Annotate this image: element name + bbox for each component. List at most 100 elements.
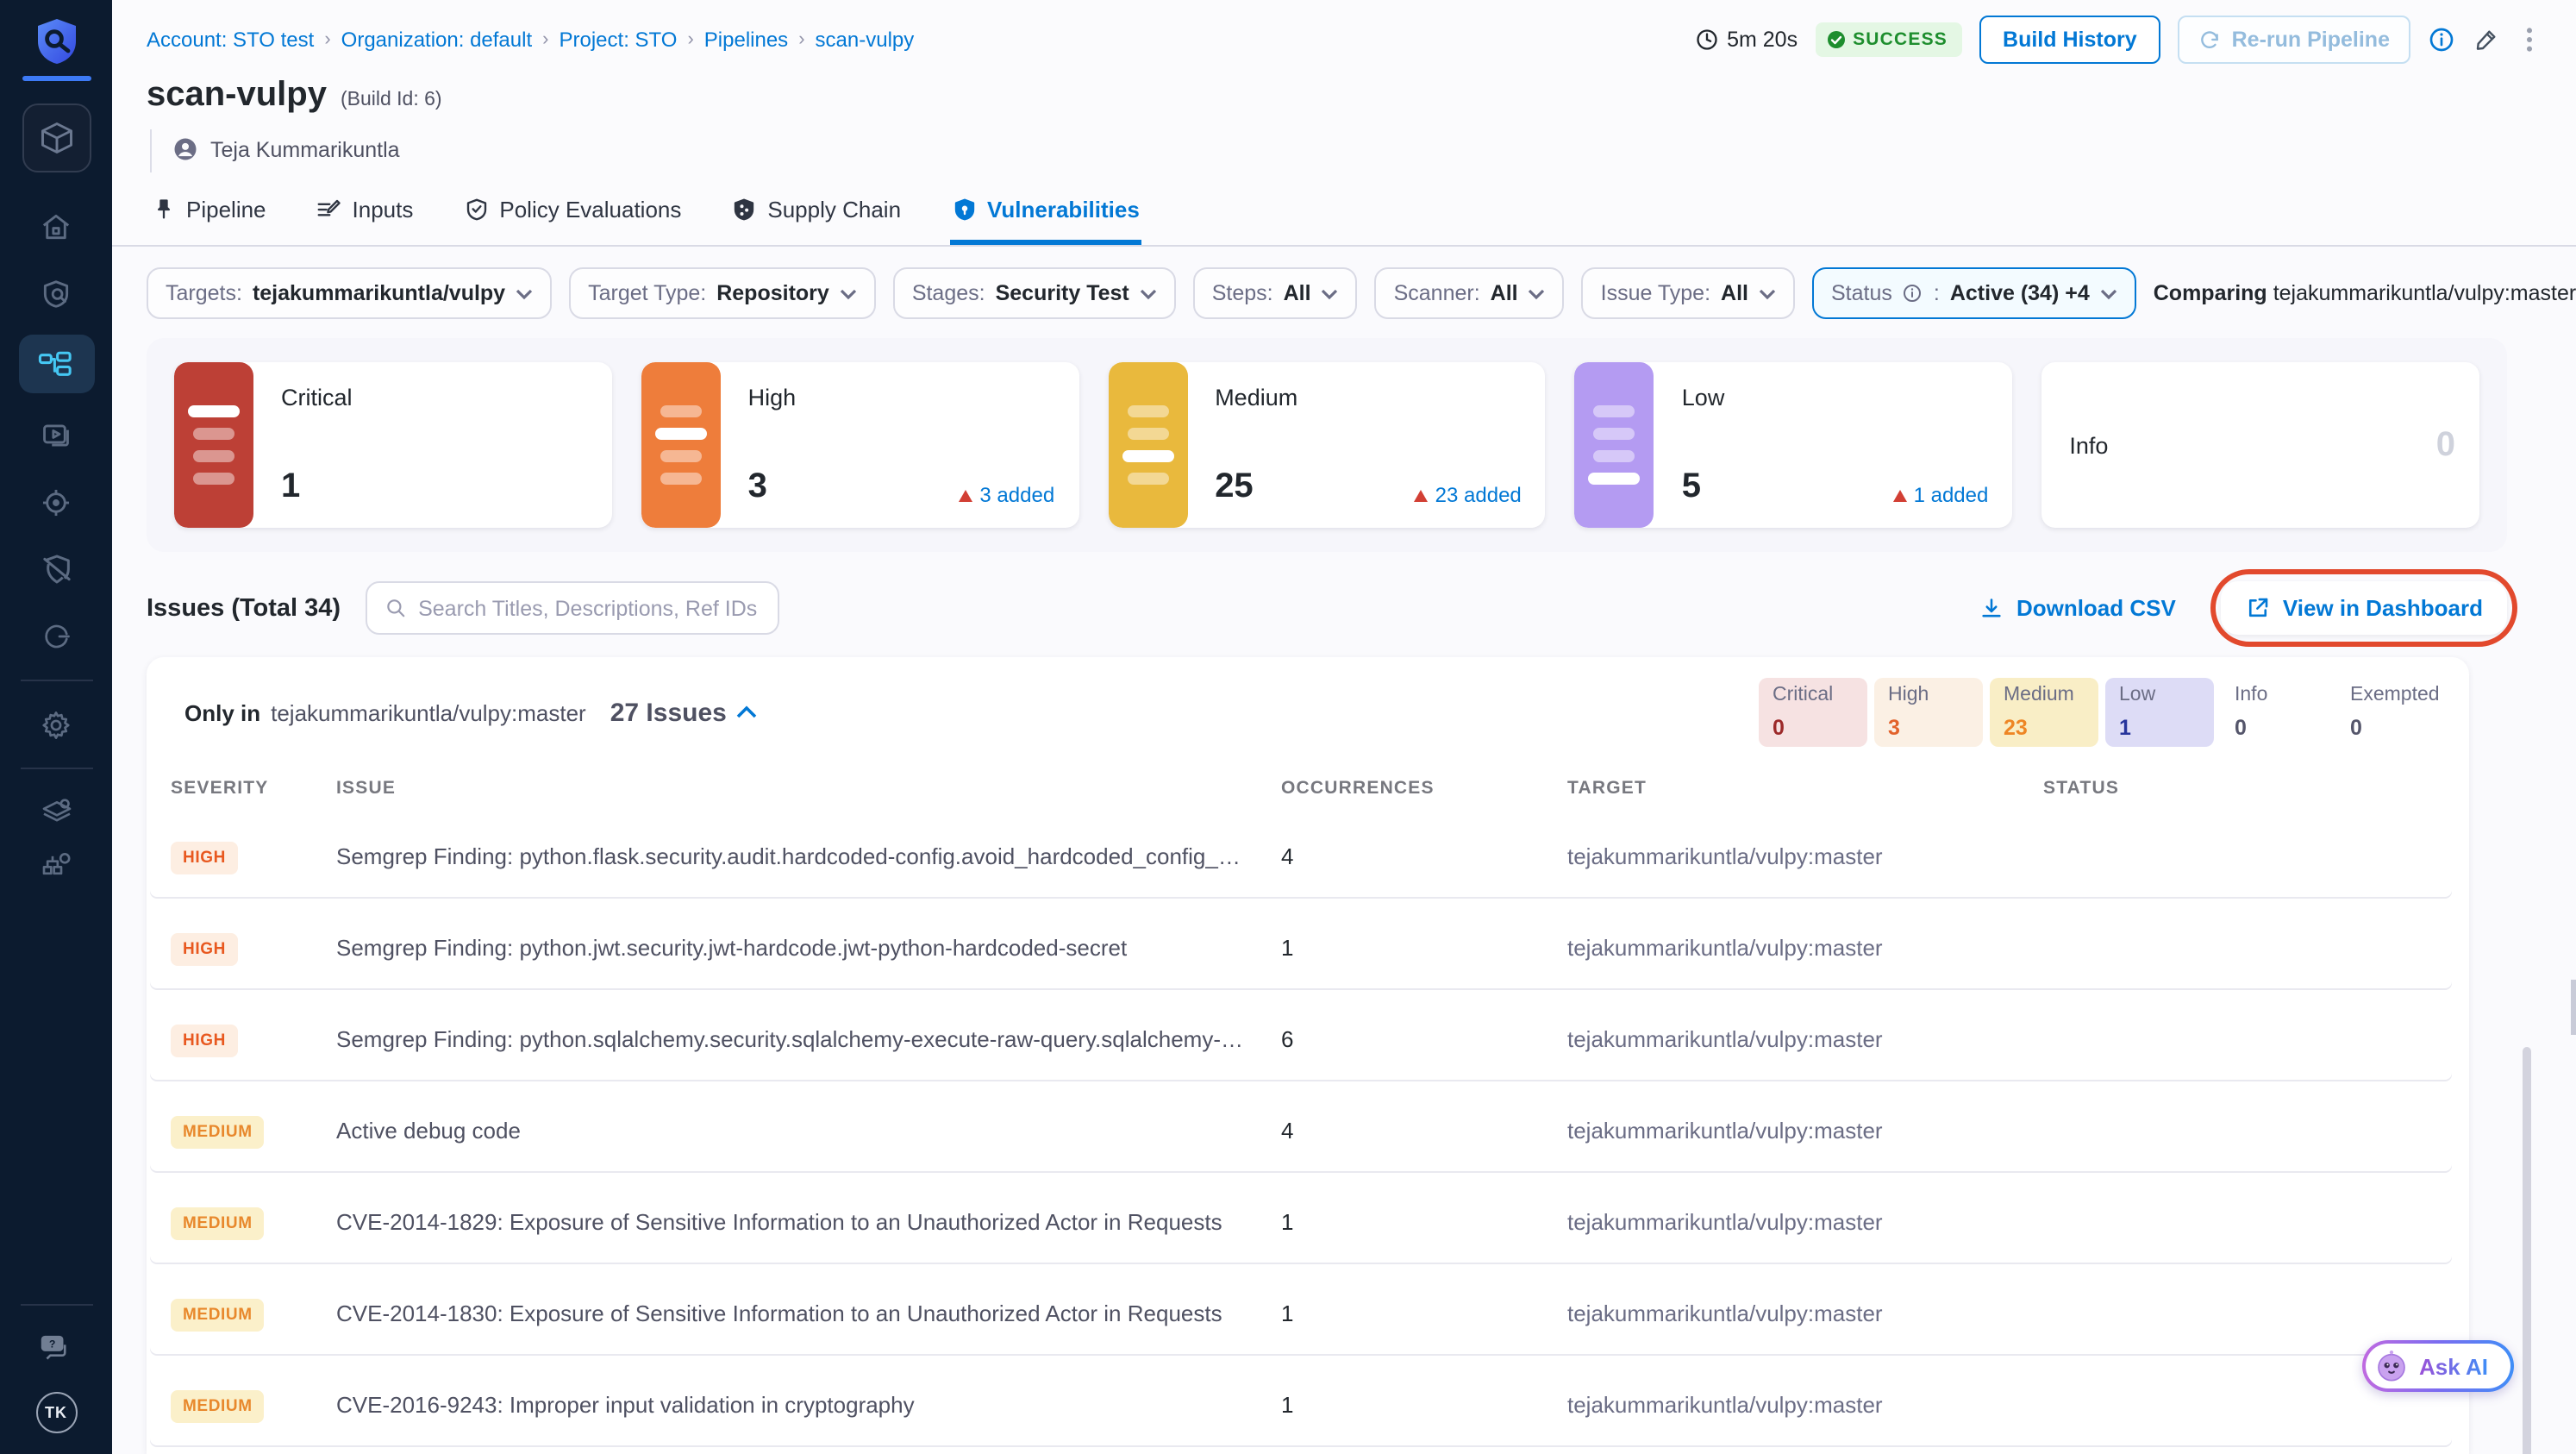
issue-title[interactable]: Semgrep Finding: python.flask.security.a… [336, 843, 1281, 869]
sidebar-item-home[interactable] [18, 200, 94, 252]
medium-card[interactable]: Medium 25 23 added [1108, 362, 1546, 528]
shield-scan-icon [40, 277, 72, 310]
external-link-icon [2245, 595, 2271, 621]
build-id: (Build Id: 6) [340, 90, 442, 110]
breadcrumb-pipelines[interactable]: Pipelines [704, 28, 788, 52]
vulnerabilities-content: Targets: tejakummarikuntla/vulpy Target T… [112, 247, 2576, 1454]
high-bar-icon [641, 362, 721, 528]
chevron-down-icon [2100, 287, 2117, 299]
tab-bar: Pipeline Inputs Policy Evaluations Suppl… [112, 172, 2576, 247]
filter-issue-type[interactable]: Issue Type: All [1581, 267, 1795, 319]
table-row[interactable]: MEDIUM CVE-2014-1830: Exposure of Sensit… [150, 1273, 2452, 1354]
pipeline-pin-icon [152, 197, 176, 222]
table-scrollbar[interactable] [2523, 1047, 2531, 1454]
info-card[interactable]: Info 0 [2041, 362, 2479, 528]
filter-status[interactable]: Status : Active (34) +4 [1812, 267, 2136, 319]
table-row[interactable]: HIGH Semgrep Finding: python.jwt.securit… [150, 907, 2452, 988]
app-window: ? TK ▶ Account: STO test› Organization: … [0, 0, 2576, 1454]
sidebar: ? TK [0, 0, 112, 1454]
table-row[interactable]: MEDIUM CVE-2016-9243: Improper input val… [150, 1364, 2452, 1445]
power-circle-icon [41, 621, 72, 652]
shield-off-icon [39, 552, 73, 586]
medium-bar-icon [1108, 362, 1188, 528]
rerun-pipeline-button[interactable]: Re-run Pipeline [2178, 16, 2410, 64]
chip-exempted: Exempted 0 [2350, 685, 2440, 740]
critical-card[interactable]: Critical 1 [174, 362, 612, 528]
chip-low: Low 1 [2105, 678, 2214, 747]
breadcrumb-account[interactable]: Account: STO test [147, 28, 314, 52]
filter-targets[interactable]: Targets: tejakummarikuntla/vulpy [147, 267, 553, 319]
group-severity-chips: Critical 0 High 3 Medium 23 Low 1 Info 0 Exem… [1752, 678, 2445, 747]
issue-title[interactable]: Semgrep Finding: python.jwt.security.jwt… [336, 935, 1281, 961]
low-card[interactable]: Low 5 1 added [1574, 362, 2013, 528]
chevron-down-icon [840, 287, 857, 299]
table-row[interactable]: HIGH Semgrep Finding: python.flask.secur… [150, 816, 2452, 897]
table-header: SEVERITY ISSUE OCCURRENCES TARGET STATUS [171, 778, 2120, 799]
breadcrumb: Account: STO test › Organization: default… [147, 28, 914, 52]
user-avatar[interactable]: TK [35, 1392, 77, 1433]
breadcrumb-organization[interactable]: Organization: default [341, 28, 533, 52]
tab-vulnerabilities[interactable]: Vulnerabilities [949, 183, 1141, 245]
gear-icon [40, 708, 72, 741]
group-header[interactable]: Only in tejakummarikuntla/vulpy:master 2… [147, 657, 2469, 764]
sidebar-item-pipelines[interactable] [18, 335, 94, 393]
breadcrumb-separator: › [798, 29, 805, 50]
sidebar-item-scans[interactable] [18, 267, 94, 319]
issue-title[interactable]: Semgrep Finding: python.sqlalchemy.secur… [336, 1026, 1281, 1052]
tab-inputs[interactable]: Inputs [315, 183, 416, 245]
chip-high: High 3 [1874, 678, 1983, 747]
view-in-dashboard-button[interactable]: View in Dashboard [2245, 595, 2483, 621]
kebab-menu-icon[interactable] [2517, 26, 2542, 53]
filter-scanner[interactable]: Scanner: All [1374, 267, 1565, 319]
issues-search[interactable] [365, 581, 779, 635]
module-selector-button[interactable] [22, 103, 91, 172]
filter-steps[interactable]: Steps: All [1192, 267, 1358, 319]
issue-title[interactable]: CVE-2014-1830: Exposure of Sensitive Inf… [336, 1300, 1281, 1326]
critical-bar-icon [174, 362, 253, 528]
sidebar-item-targets[interactable] [18, 476, 94, 528]
page-scrollbar[interactable] [2571, 980, 2576, 1035]
search-input[interactable] [418, 596, 760, 620]
edit-pencil-icon[interactable] [2473, 26, 2500, 53]
breadcrumb-project[interactable]: Project: STO [560, 28, 678, 52]
sidebar-nav [18, 200, 94, 662]
table-row[interactable]: MEDIUM Active debug code 4 tejakummariku… [150, 1090, 2452, 1171]
sidebar-item-project-settings[interactable] [18, 699, 94, 750]
triangle-up-icon [959, 489, 973, 501]
table-row[interactable]: MEDIUM CVE-2014-1829: Exposure of Sensit… [150, 1181, 2452, 1263]
sidebar-item-environments[interactable] [18, 787, 94, 838]
high-added-note: 3 added [959, 483, 1054, 507]
sidebar-item-executions[interactable] [18, 409, 94, 461]
svg-text:?: ? [48, 1338, 55, 1350]
shield-search-logo-icon [30, 16, 82, 67]
tab-supply-chain[interactable]: Supply Chain [729, 183, 903, 245]
tab-policy-evaluations[interactable]: Policy Evaluations [461, 183, 683, 245]
download-csv-button[interactable]: Download CSV [1980, 595, 2176, 621]
help-button[interactable]: ? [18, 1323, 94, 1375]
sidebar-divider [20, 680, 92, 681]
info-icon[interactable] [2428, 26, 2455, 53]
tab-pipeline[interactable]: Pipeline [150, 183, 268, 245]
ask-ai-button[interactable]: Ask AI [2362, 1340, 2514, 1392]
filter-stages[interactable]: Stages: Security Test [892, 267, 1176, 319]
build-history-button[interactable]: Build History [1979, 16, 2161, 64]
chip-critical: Critical 0 [1759, 678, 1867, 747]
severity-badge: MEDIUM [171, 1206, 265, 1239]
breadcrumb-pipeline-name[interactable]: scan-vulpy [816, 28, 915, 52]
chip-medium: Medium 23 [1990, 678, 2098, 747]
shield-dot-icon [951, 197, 977, 222]
high-card[interactable]: High 3 3 added [641, 362, 1079, 528]
chevron-down-icon [516, 287, 533, 299]
issue-title[interactable]: CVE-2014-1829: Exposure of Sensitive Inf… [336, 1209, 1281, 1235]
issue-title[interactable]: Active debug code [336, 1118, 1281, 1144]
sidebar-item-exemptions[interactable] [18, 543, 94, 595]
layers-gear-icon [39, 795, 73, 830]
issue-title[interactable]: CVE-2016-9243: Improper input validation… [336, 1392, 1281, 1418]
filter-target-type[interactable]: Target Type: Repository [569, 267, 876, 319]
cube-icon [37, 119, 75, 157]
sidebar-item-delegates[interactable] [18, 838, 94, 890]
chevron-up-icon[interactable] [737, 705, 758, 719]
sidebar-item-tokens[interactable] [18, 611, 94, 662]
shield-check-icon [463, 197, 489, 222]
table-row[interactable]: HIGH Semgrep Finding: python.sqlalchemy.… [150, 999, 2452, 1080]
